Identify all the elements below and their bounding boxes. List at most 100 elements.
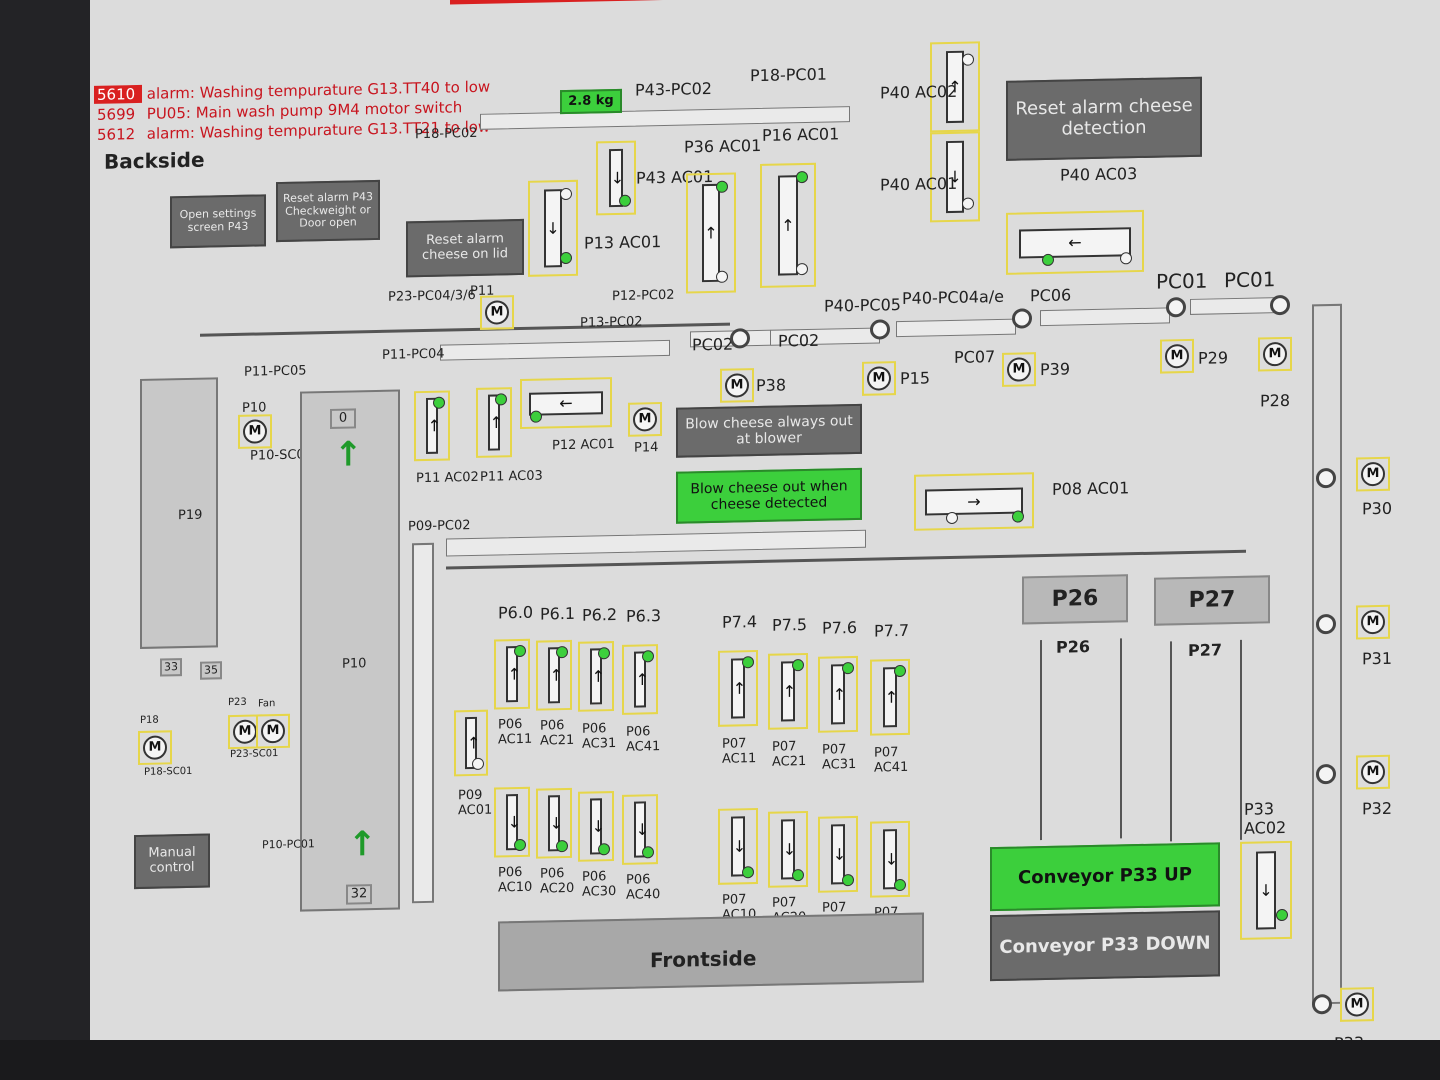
header-p6-0: P6.0 <box>498 602 534 623</box>
motor-p11[interactable]: M <box>480 295 514 330</box>
blow-detected-button[interactable]: Blow cheese out when cheese detected <box>676 467 862 524</box>
motor-p38[interactable]: M <box>720 368 754 403</box>
blow-always-button[interactable]: Blow cheese always out at blower <box>676 403 862 458</box>
label-p23: P23 <box>228 696 247 709</box>
label-p08-ac01: P08 AC01 <box>1052 478 1130 499</box>
valve-p08-ac01[interactable]: → <box>914 472 1034 531</box>
label-p32: P32 <box>1362 798 1393 819</box>
label-p26-sub: P26 <box>1056 637 1090 657</box>
p26-button[interactable]: P26 <box>1022 574 1128 625</box>
valve-p40-ac03[interactable]: ← <box>1006 209 1144 275</box>
motor-p10[interactable]: M <box>238 414 272 449</box>
label-p40-ac03: P40 AC03 <box>1060 164 1138 185</box>
manual-control-button[interactable]: Manual control <box>134 833 210 890</box>
valve-p16-ac01[interactable]: ↑ <box>760 162 816 288</box>
label-p06-ac41: P06 AC41 <box>626 724 661 755</box>
p27-button[interactable]: P27 <box>1154 575 1270 626</box>
label-p40-ac02: P40 AC02 <box>880 81 958 103</box>
valve-p06-ac21[interactable]: ↑ <box>536 639 572 711</box>
label-p13-pc02: P13-PC02 <box>580 314 643 331</box>
motor-p39[interactable]: M <box>1002 352 1036 387</box>
valve-p06-ac30[interactable]: ↓ <box>578 791 614 862</box>
valve-p07-ac31[interactable]: ↑ <box>818 655 858 733</box>
valve-p06-ac31[interactable]: ↑ <box>578 641 614 712</box>
label-p19: P19 <box>178 507 203 524</box>
reset-p43-button[interactable]: Reset alarm P43 Checkweight or Door open <box>276 179 380 243</box>
label-pc06: PC06 <box>1030 285 1072 306</box>
counter-top: 0 <box>330 408 356 429</box>
label-p11-ac03: P11 AC03 <box>480 468 543 485</box>
valve-p07-ac21[interactable]: ↑ <box>768 652 808 730</box>
hmi-screen: 5610 alarm: Washing tempurature G13.TT40… <box>90 0 1440 1080</box>
header-p6-3: P6.3 <box>626 606 662 626</box>
label-p13-ac01: P13 AC01 <box>584 232 662 253</box>
drum-pc01-a <box>1166 297 1186 318</box>
counter-bottom: 32 <box>346 884 372 905</box>
reset-lid-button[interactable]: Reset alarm cheese on lid <box>406 218 524 278</box>
valve-p36-ac01[interactable]: ↑ <box>686 172 736 294</box>
valve-p07-ac20[interactable]: ↓ <box>768 810 808 888</box>
p27-rail-left <box>1170 641 1172 842</box>
label-p33-ac02: P33 AC02 <box>1244 799 1287 838</box>
valve-p06-ac10[interactable]: ↓ <box>494 786 530 858</box>
alarm-id: 5699 <box>97 105 136 124</box>
label-p12-ac01: P12 AC01 <box>552 437 615 454</box>
valve-p07-ac11[interactable]: ↑ <box>718 650 758 727</box>
valve-p06-ac40[interactable]: ↓ <box>622 794 658 865</box>
label-p38: P38 <box>756 375 787 396</box>
label-p28: P28 <box>1260 390 1291 411</box>
valve-p11-ac02[interactable]: ↑ <box>414 390 450 462</box>
label-p16-ac01: P16 AC01 <box>762 124 840 145</box>
valve-p09-ac01[interactable]: ↑ <box>454 709 488 777</box>
label-p06-ac30: P06 AC30 <box>582 869 617 900</box>
alarm-id: 5610 <box>94 84 142 104</box>
label-pc07: PC07 <box>954 347 996 367</box>
motor-p14[interactable]: M <box>628 402 662 437</box>
label-p09-pc02: P09-PC02 <box>408 518 471 535</box>
valve-p43-ac01[interactable]: ↓ <box>596 140 636 216</box>
valve-p06-ac20[interactable]: ↓ <box>536 787 572 859</box>
motor-p30[interactable]: M <box>1356 456 1390 492</box>
motor-p32[interactable]: M <box>1356 754 1390 790</box>
motor-p15[interactable]: M <box>862 361 896 396</box>
label-fan: Fan <box>258 698 276 710</box>
drum-p33 <box>1312 993 1332 1015</box>
motor-p33[interactable]: M <box>1340 987 1374 1022</box>
open-settings-button[interactable]: Open settings screen P43 <box>170 194 266 249</box>
valve-p07-ac40[interactable]: ↓ <box>870 820 910 898</box>
pc06-conveyor <box>1040 307 1170 327</box>
valve-p07-ac41[interactable]: ↑ <box>870 658 910 736</box>
header-p6-1: P6.1 <box>540 603 576 624</box>
drum-pc07 <box>1012 308 1032 329</box>
counter-33: 33 <box>160 658 182 677</box>
label-p11-ac02: P11 AC02 <box>416 469 479 487</box>
valve-p07-ac30[interactable]: ↓ <box>818 815 858 893</box>
label-p10-pc01: P10-PC01 <box>262 837 315 852</box>
motor-p29[interactable]: M <box>1160 338 1194 374</box>
valve-p12-ac01[interactable]: ← <box>520 377 612 429</box>
label-p06-ac20: P06 AC20 <box>540 866 575 897</box>
conveyor-up-button[interactable]: Conveyor P33 UP <box>990 842 1220 912</box>
label-p10-motor: P10 <box>242 400 267 416</box>
valve-p11-ac03[interactable]: ↑ <box>476 387 512 458</box>
label-p07-ac11: P07 AC11 <box>722 736 757 767</box>
p27-rail-right <box>1240 639 1242 840</box>
drum-pc01-b <box>1270 294 1290 316</box>
valve-p06-ac11[interactable]: ↑ <box>494 638 530 710</box>
motor-p31[interactable]: M <box>1356 604 1390 640</box>
label-p11-pc04: P11-PC04 <box>382 346 445 363</box>
valve-p07-ac10[interactable]: ↓ <box>718 808 758 885</box>
p10-chute <box>412 542 434 904</box>
label-p06-ac21: P06 AC21 <box>540 718 575 749</box>
valve-p13-ac01[interactable]: ↓ <box>528 179 578 277</box>
alarm-id: 5612 <box>97 125 136 144</box>
motor-p28[interactable]: M <box>1258 336 1292 372</box>
header-p7-4: P7.4 <box>722 612 758 632</box>
valve-p33-ac02[interactable]: ↓ <box>1240 840 1292 940</box>
up-arrow-icon: ↑ <box>348 823 377 865</box>
conveyor-down-button[interactable]: Conveyor P33 DOWN <box>990 910 1220 982</box>
valve-p06-ac41[interactable]: ↑ <box>622 644 658 715</box>
motor-p18[interactable]: M <box>138 730 172 765</box>
reset-detection-button[interactable]: Reset alarm cheese detection <box>1006 76 1202 161</box>
motor-fan[interactable]: M <box>256 713 290 749</box>
